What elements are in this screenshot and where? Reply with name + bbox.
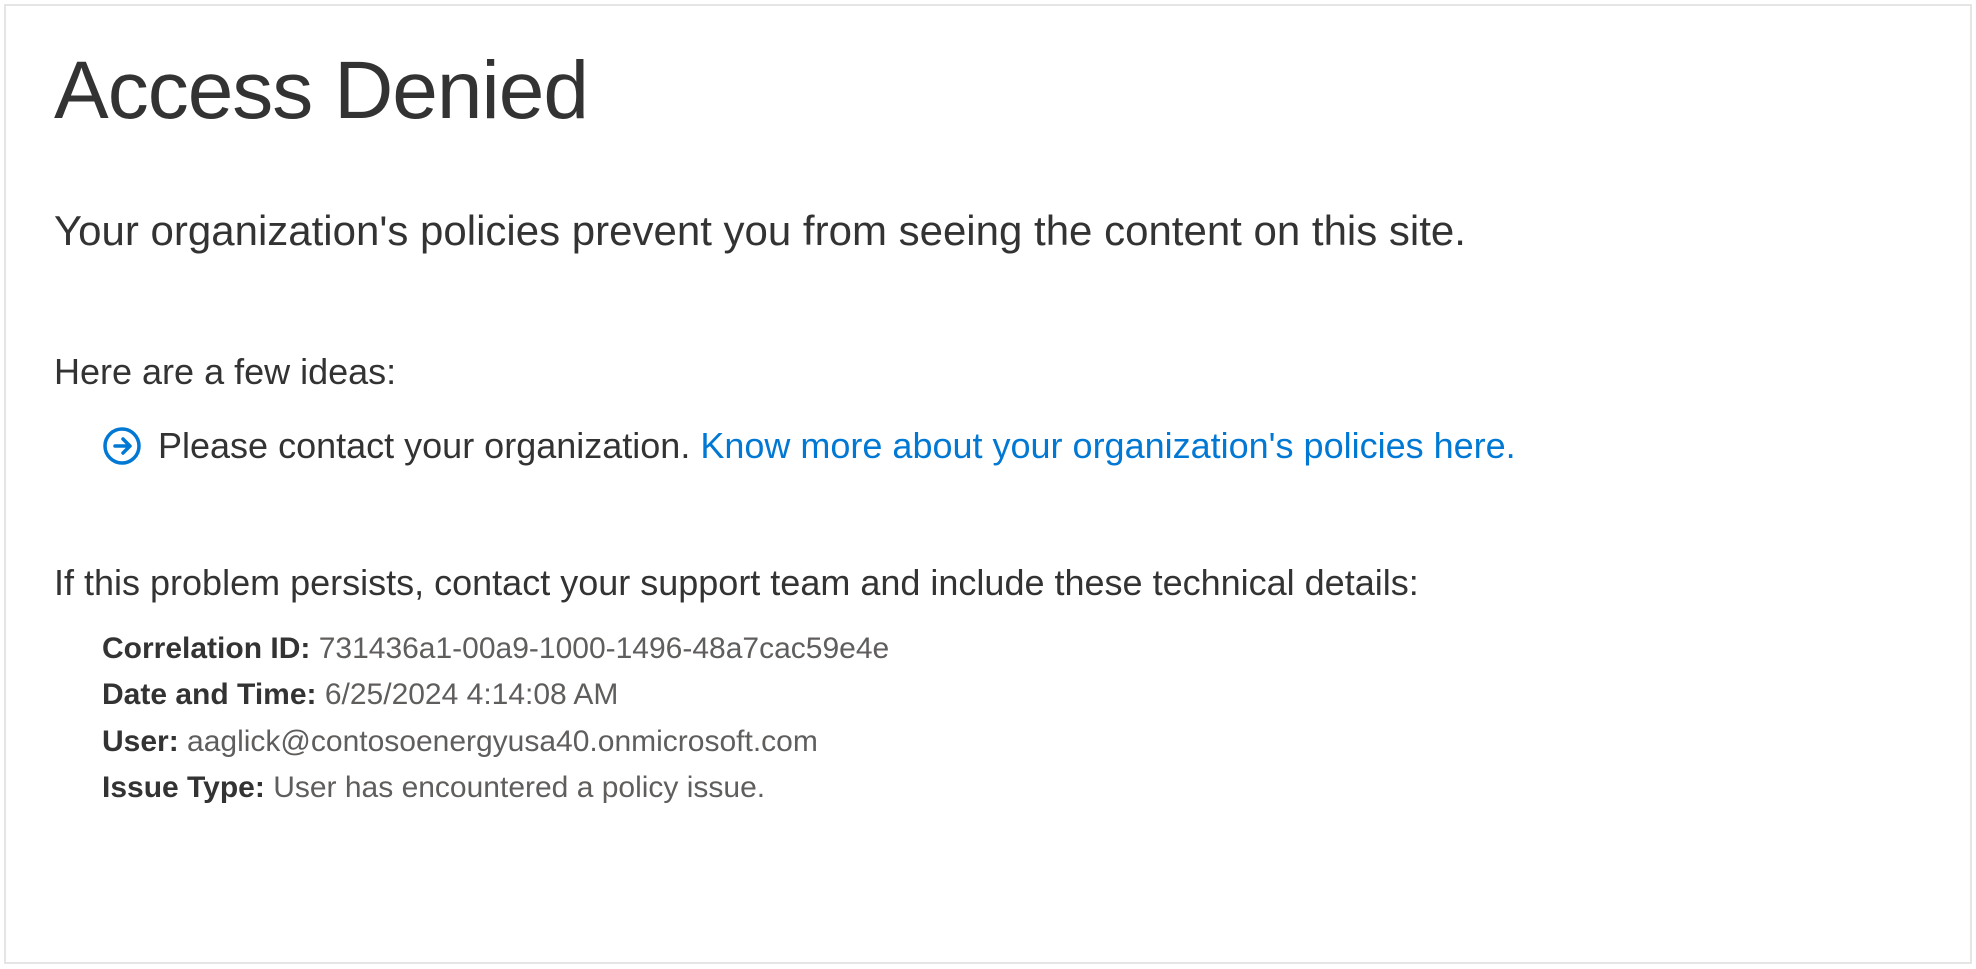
idea-text: Please contact your organization. (158, 425, 690, 466)
correlation-id-value: 731436a1-00a9-1000-1496-48a7cac59e4e (319, 632, 890, 665)
datetime-label: Date and Time: (102, 678, 317, 711)
datetime-value: 6/25/2024 4:14:08 AM (325, 678, 619, 711)
correlation-id-label: Correlation ID: (102, 632, 310, 665)
user-label: User: (102, 725, 179, 758)
ideas-heading: Here are a few ideas: (54, 351, 1922, 393)
subtitle-text: Your organization's policies prevent you… (54, 204, 1922, 259)
idea-row: Please contact your organization. Know m… (102, 423, 1922, 470)
access-denied-panel: Access Denied Your organization's polici… (4, 4, 1972, 964)
page-title: Access Denied (54, 46, 1922, 136)
arrow-right-circle-icon (102, 426, 142, 466)
persist-heading: If this problem persists, contact your s… (54, 562, 1922, 604)
issuetype-label: Issue Type: (102, 771, 265, 804)
detail-datetime: Date and Time: 6/25/2024 4:14:08 AM (102, 672, 1922, 719)
policy-link[interactable]: Know more about your organization's poli… (700, 425, 1515, 466)
detail-correlation: Correlation ID: 731436a1-00a9-1000-1496-… (102, 626, 1922, 673)
detail-issuetype: Issue Type: User has encountered a polic… (102, 765, 1922, 812)
technical-details: Correlation ID: 731436a1-00a9-1000-1496-… (102, 626, 1922, 812)
issuetype-value: User has encountered a policy issue. (273, 771, 765, 804)
user-value: aaglick@contosoenergyusa40.onmicrosoft.c… (187, 725, 818, 758)
detail-user: User: aaglick@contosoenergyusa40.onmicro… (102, 719, 1922, 766)
